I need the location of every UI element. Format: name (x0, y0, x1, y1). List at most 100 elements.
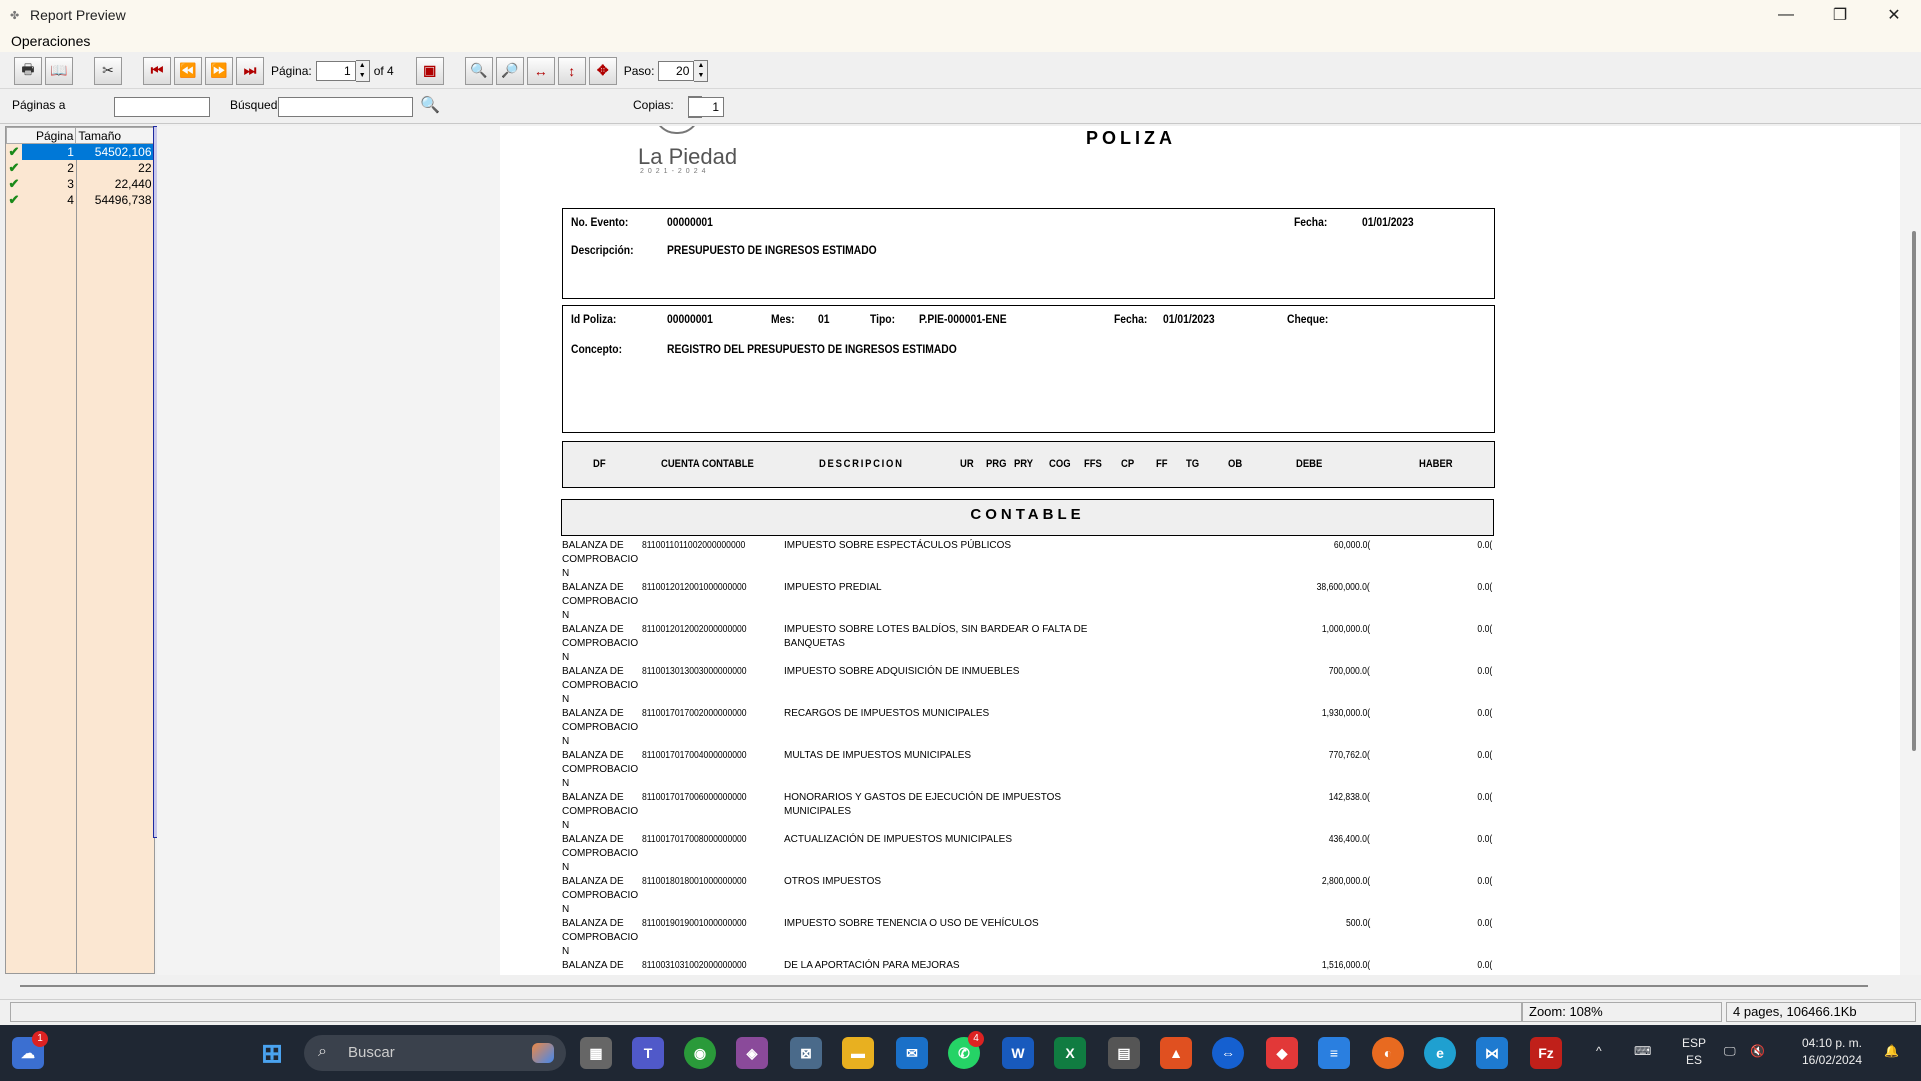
zoom-out-icon[interactable]: 🔎 (495, 56, 524, 85)
tray-chevron-icon[interactable]: ^ (1596, 1043, 1602, 1060)
page-spinner-arrows[interactable]: ▲ ▼ (355, 59, 370, 82)
teams-icon[interactable]: T (632, 1037, 664, 1069)
taskbar-search[interactable]: ⌕ Buscar (304, 1035, 566, 1071)
col-cp: CP (1121, 458, 1135, 470)
col-df: DF (593, 458, 606, 470)
first-page-icon[interactable]: ⏮ (143, 56, 171, 85)
app-icon-purple[interactable]: ◈ (736, 1037, 768, 1069)
title-bar: ✤ Report Preview — ❐ ✕ (0, 0, 1921, 30)
menu-bar: Operaciones (0, 30, 1921, 52)
page-input[interactable] (315, 60, 356, 81)
vscode-icon[interactable]: ⋈ (1476, 1037, 1508, 1069)
col-cog: COG (1049, 458, 1071, 470)
prev-page-icon[interactable]: ⏪ (174, 56, 202, 85)
size-column-header[interactable]: Tamaño (75, 127, 154, 144)
month-value: 01 (818, 312, 830, 326)
preview-vertical-scrollbar[interactable] (1909, 126, 1921, 975)
poliza-date-label: Fecha: (1114, 312, 1148, 326)
search-icon[interactable]: 🔍 (420, 95, 440, 115)
print-setup-icon[interactable]: 📖 (45, 56, 73, 85)
page-list-row[interactable]: ✔ 3 22,440 (7, 176, 154, 192)
check-icon: ✔ (8, 160, 20, 175)
keyboard-icon[interactable]: ⌨ (1634, 1043, 1651, 1060)
chrome-icon[interactable]: ◉ (684, 1037, 716, 1069)
next-page-icon[interactable]: ⏩ (205, 56, 233, 85)
page-label: Página: (271, 63, 312, 78)
notifications-icon[interactable]: 🔔 (1884, 1043, 1899, 1060)
page-list-table: Página Tamaño ✔ 1 54502,106 ✔ 2 22 ✔ 3 2… (5, 127, 154, 208)
check-icon: ✔ (8, 144, 20, 159)
step-spinner-arrows[interactable]: ▲ ▼ (694, 59, 709, 82)
pages-status: 4 pages, 106466.1Kb (1726, 1002, 1916, 1022)
event-date: 01/01/2023 (1362, 215, 1414, 229)
zoom-in-icon[interactable]: 🔍 (464, 56, 493, 85)
scrollbar-thumb[interactable] (1912, 231, 1916, 751)
page-column-header[interactable]: Página (5, 127, 77, 144)
col-pry: PRY (1014, 458, 1034, 470)
notepad-icon[interactable]: ≡ (1318, 1037, 1350, 1069)
window-controls: — ❐ ✕ (1759, 0, 1921, 30)
fit-width-icon[interactable]: ↔ (526, 56, 555, 85)
col-prg: PRG (986, 458, 1007, 470)
fit-height-icon[interactable]: ↕ (557, 56, 586, 85)
step-input[interactable] (658, 60, 695, 81)
copies-input[interactable] (688, 97, 724, 117)
report-preview-taskbar-icon[interactable]: ⊠ (790, 1037, 822, 1069)
mail-icon[interactable]: ✉ (896, 1037, 928, 1069)
event-date-label: Fecha: (1294, 215, 1328, 229)
pages-to-input[interactable] (114, 97, 210, 117)
search-icon: ⌕ (318, 1043, 327, 1060)
clock[interactable]: 04:10 p. m. 16/02/2024 (1786, 1035, 1878, 1069)
preview-horizontal-scrollbar[interactable] (20, 985, 1868, 987)
zoom-status: Zoom: 108% (1522, 1002, 1722, 1022)
menu-operaciones[interactable]: Operaciones (11, 33, 90, 49)
close-button[interactable]: ✕ (1867, 0, 1921, 30)
app-icon-orange[interactable]: ▲ (1160, 1037, 1192, 1069)
page-size: 54496,738 (94, 193, 152, 207)
page-spinner[interactable]: ▲▼ (315, 59, 370, 82)
event-number: 00000001 (667, 215, 713, 229)
anydesk-icon[interactable]: ◆ (1266, 1037, 1298, 1069)
start-icon[interactable]: ⊞ (256, 1037, 288, 1069)
teamviewer-icon[interactable]: ⇔ (1212, 1037, 1244, 1069)
page-count: of 4 (373, 63, 394, 78)
page-size: 22,440 (114, 177, 152, 191)
volume-muted-icon[interactable]: 🔇 (1750, 1043, 1765, 1060)
search-input[interactable] (278, 97, 413, 117)
restore-button[interactable]: ❐ (1813, 0, 1867, 30)
edge-icon[interactable]: e (1424, 1037, 1456, 1069)
close-preview-icon[interactable]: ✂ (94, 56, 122, 85)
network-icon[interactable]: 🖵 (1724, 1043, 1736, 1060)
copilot-icon[interactable] (532, 1043, 554, 1063)
section-title: CONTABLE (970, 506, 1085, 523)
word-icon[interactable]: W (1002, 1037, 1034, 1069)
type-label: Tipo: (870, 312, 896, 326)
step-label: Paso: (623, 63, 655, 78)
firefox-icon[interactable]: ◐ (1372, 1037, 1404, 1069)
filezilla-icon[interactable]: Fz (1530, 1037, 1562, 1069)
poliza-date: 01/01/2023 (1163, 312, 1215, 326)
step-spinner[interactable]: ▲▼ (658, 59, 709, 82)
page-list-row[interactable]: ✔ 4 54496,738 (7, 192, 154, 208)
goto-page-icon[interactable]: ▣ (415, 56, 444, 85)
last-page-icon[interactable]: ⏭ (236, 56, 264, 85)
page-list-row[interactable]: ✔ 2 22 (7, 160, 154, 176)
file-explorer-icon[interactable]: ▬ (842, 1037, 874, 1069)
excel-icon[interactable]: X (1054, 1037, 1086, 1069)
fit-page-icon[interactable]: ✥ (588, 56, 617, 85)
col-ob: OB (1228, 458, 1243, 470)
weather-badge: 1 (32, 1031, 48, 1047)
print-icon[interactable]: 🖶 (14, 56, 42, 85)
task-view-icon[interactable]: ▦ (580, 1037, 612, 1069)
concept-label: Concepto: (571, 342, 623, 356)
minimize-button[interactable]: — (1759, 0, 1813, 30)
page-list-panel: Página Tamaño ✔ 1 54502,106 ✔ 2 22 ✔ 3 2… (5, 126, 155, 974)
calculator-icon[interactable]: ▤ (1108, 1037, 1140, 1069)
page-list-row[interactable]: ✔ 1 54502,106 (7, 143, 154, 160)
section-header: CONTABLE (561, 499, 1494, 536)
copies-spinner[interactable]: ▲▼ (688, 96, 724, 118)
language-indicator[interactable]: ESP ES (1676, 1035, 1712, 1069)
col-descripcion: DESCRIPCION (819, 458, 904, 470)
col-ur: UR (960, 458, 974, 470)
municipality-logo: La Piedad 2021-2024 (620, 126, 760, 176)
